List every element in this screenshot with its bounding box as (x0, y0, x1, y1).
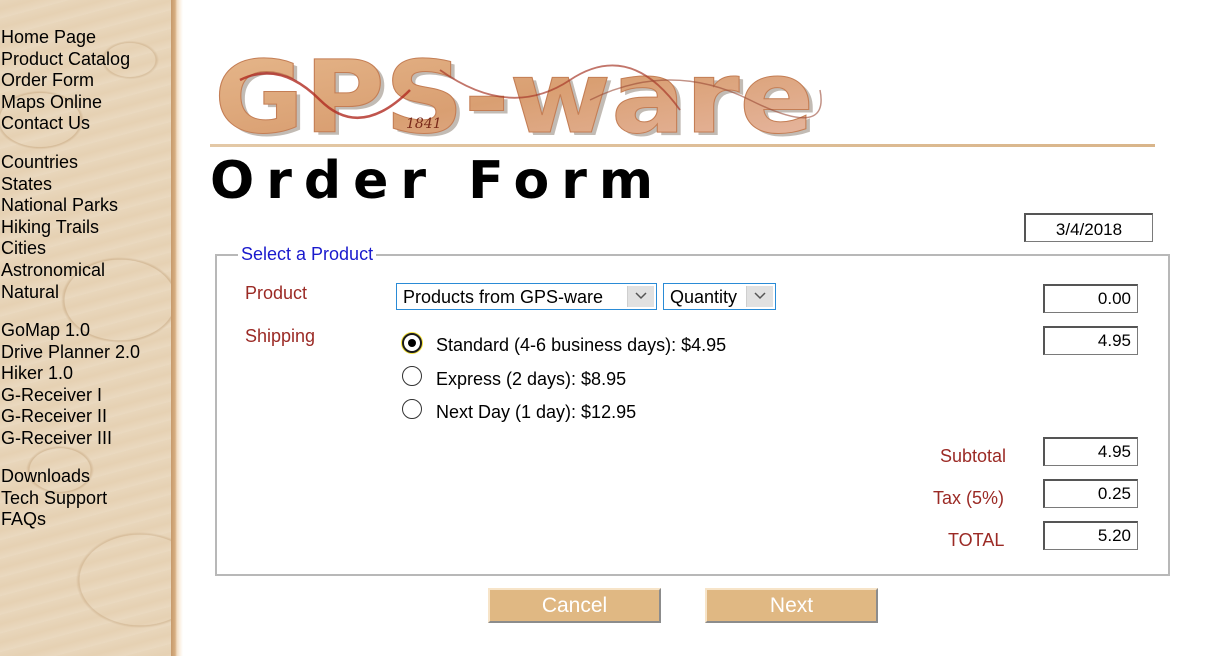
nav-item-hiking-trails[interactable]: Hiking Trails (1, 217, 118, 239)
nav-item-drive-planner[interactable]: Drive Planner 2.0 (1, 342, 140, 364)
fieldset-legend: Select a Product (238, 244, 377, 265)
total-field[interactable]: 5.20 (1043, 521, 1138, 550)
product-select-value: Products from GPS-ware (403, 287, 604, 307)
radio-unchecked-icon[interactable] (402, 399, 422, 419)
total-label: TOTAL (948, 530, 1005, 550)
subtotal-label: Subtotal (940, 446, 1007, 466)
nav-item-natural[interactable]: Natural (1, 282, 118, 304)
product-select[interactable]: Products from GPS-ware (396, 283, 657, 310)
chevron-down-icon (746, 286, 773, 307)
tax-label: Tax (5%) (933, 488, 1005, 508)
quantity-select-value: Quantity (670, 287, 738, 307)
gps-ware-logo: GPS-ware GPS-ware 1841 (214, 40, 822, 140)
nav-item-national-parks[interactable]: National Parks (1, 195, 118, 217)
nav-item-cities[interactable]: Cities (1, 238, 118, 260)
nav-item-contact-us[interactable]: Contact Us (1, 113, 130, 135)
chevron-down-icon (627, 286, 654, 307)
nav-item-hiker[interactable]: Hiker 1.0 (1, 363, 140, 385)
nav-item-home-page[interactable]: Home Page (1, 27, 130, 49)
nav-item-gomap[interactable]: GoMap 1.0 (1, 320, 140, 342)
nav-group-support: Downloads Tech Support FAQs (1, 466, 107, 531)
quantity-select[interactable]: Quantity (663, 283, 776, 310)
shipping-option-label: Next Day (1 day): $12.95 (436, 402, 637, 422)
nav-group-products: GoMap 1.0 Drive Planner 2.0 Hiker 1.0 G-… (1, 320, 140, 450)
nav-item-faqs[interactable]: FAQs (1, 509, 107, 531)
nav-item-g-receiver-2[interactable]: G-Receiver II (1, 406, 140, 428)
nav-item-g-receiver-3[interactable]: G-Receiver III (1, 428, 140, 450)
header-rule (210, 144, 1155, 147)
nav-item-g-receiver-1[interactable]: G-Receiver I (1, 385, 140, 407)
page-title: Order Form (210, 151, 666, 211)
shipping-cost-field[interactable]: 4.95 (1043, 326, 1138, 355)
nav-item-order-form[interactable]: Order Form (1, 70, 130, 92)
svg-text:1841: 1841 (406, 116, 442, 132)
next-button[interactable]: Next (705, 588, 878, 623)
nav-item-maps-online[interactable]: Maps Online (1, 92, 130, 114)
product-cost-field[interactable]: 0.00 (1043, 284, 1138, 313)
shipping-label: Shipping (245, 326, 316, 346)
svg-text:GPS-ware: GPS-ware (214, 40, 814, 140)
subtotal-field[interactable]: 4.95 (1043, 437, 1138, 466)
nav-item-countries[interactable]: Countries (1, 152, 118, 174)
radio-checked-icon[interactable] (402, 333, 422, 353)
nav-group-main: Home Page Product Catalog Order Form Map… (1, 27, 130, 135)
tax-field[interactable]: 0.25 (1043, 479, 1138, 508)
nav-item-states[interactable]: States (1, 174, 118, 196)
shipping-option-label: Express (2 days): $8.95 (436, 369, 627, 389)
nav-item-downloads[interactable]: Downloads (1, 466, 107, 488)
shipping-option-label: Standard (4-6 business days): $4.95 (436, 335, 727, 355)
nav-item-product-catalog[interactable]: Product Catalog (1, 49, 130, 71)
nav-group-maps: Countries States National Parks Hiking T… (1, 152, 118, 303)
nav-item-astronomical[interactable]: Astronomical (1, 260, 118, 282)
product-label: Product (245, 283, 308, 303)
sidebar-edge (171, 0, 183, 656)
date-field[interactable]: 3/4/2018 (1024, 213, 1153, 242)
nav-item-tech-support[interactable]: Tech Support (1, 488, 107, 510)
radio-unchecked-icon[interactable] (402, 366, 422, 386)
cancel-button[interactable]: Cancel (488, 588, 661, 623)
